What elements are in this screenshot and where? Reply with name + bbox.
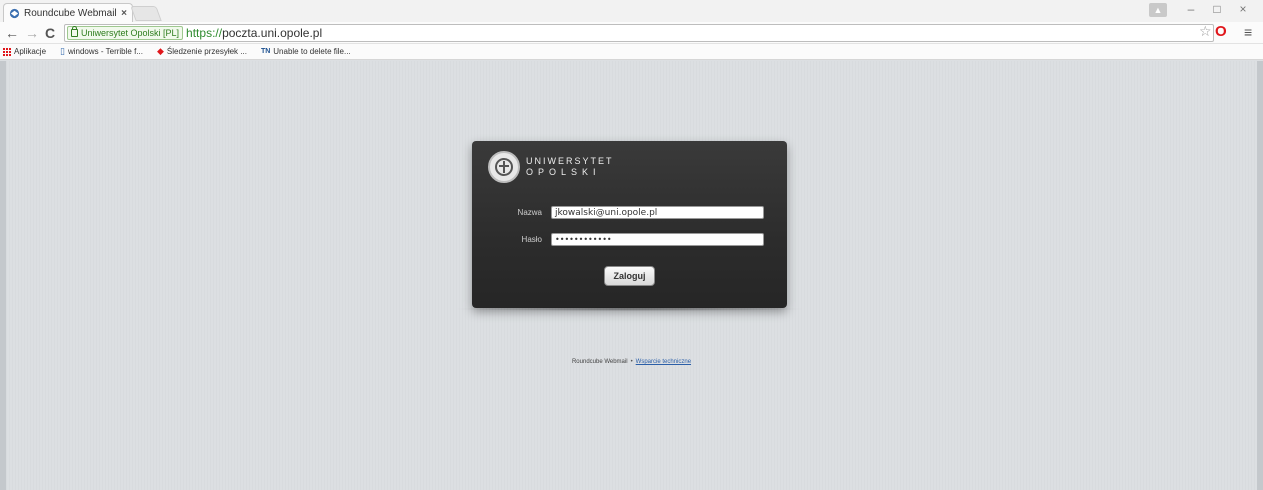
browser-toolbar: ← → C Uniwersytet Opolski [PL] https://p…: [0, 22, 1263, 44]
bookmark-label: Unable to delete file...: [273, 47, 351, 56]
roundcube-favicon-icon: [9, 8, 20, 18]
back-arrow-icon[interactable]: ←: [5, 24, 19, 42]
page-footer: Roundcube Webmail • Wsparcie techniczne: [0, 359, 1263, 365]
footer-product: Roundcube Webmail: [571, 359, 628, 365]
close-window-button[interactable]: ×: [1232, 2, 1254, 16]
login-panel: UNIWERSYTET OPOLSKI Nazwa jkowalski@uni.…: [472, 141, 787, 308]
opera-icon[interactable]: O: [1215, 23, 1227, 40]
bookmark-apps[interactable]: Aplikacje: [3, 47, 46, 56]
forward-arrow-icon[interactable]: →: [25, 24, 39, 42]
password-input[interactable]: ••••••••••••: [551, 233, 764, 246]
university-seal-icon: [488, 151, 520, 183]
tab-strip: Roundcube Webmail :: W × ▲ – □ ×: [0, 0, 1263, 22]
maximize-button[interactable]: □: [1206, 2, 1228, 16]
bookmark-label: windows - Terrible f...: [67, 47, 143, 56]
reload-icon[interactable]: C: [45, 24, 55, 42]
url-text: https://poczta.uni.opole.pl: [186, 26, 322, 40]
bookmarks-bar: Aplikacje ▯ windows - Terrible f... ◆ Śl…: [0, 44, 1263, 60]
tab-title: Roundcube Webmail :: W: [24, 7, 118, 19]
bookmark-star-icon[interactable]: ☆: [1199, 23, 1212, 40]
logo-line1: UNIWERSYTET: [526, 156, 614, 166]
page-icon: ▯: [60, 46, 65, 56]
password-row: Hasło ••••••••••••: [472, 233, 764, 246]
bookmark-label: Aplikacje: [14, 47, 47, 56]
security-chip[interactable]: Uniwersytet Opolski [PL]: [67, 26, 184, 40]
url-host: poczta.uni.opole.pl: [222, 26, 323, 40]
support-link[interactable]: Wsparcie techniczne: [636, 359, 691, 365]
address-bar[interactable]: Uniwersytet Opolski [PL] https://poczta.…: [64, 24, 1214, 42]
tn-icon: TN: [260, 48, 271, 55]
university-logo: UNIWERSYTET OPOLSKI: [488, 151, 614, 183]
minimize-button[interactable]: –: [1180, 2, 1202, 16]
menu-icon[interactable]: ≡: [1244, 24, 1252, 40]
password-label: Hasło: [521, 235, 542, 244]
logo-line2: OPOLSKI: [526, 167, 601, 177]
username-row: Nazwa jkowalski@uni.opole.pl: [472, 206, 764, 219]
tracking-icon: ◆: [156, 46, 164, 56]
lock-icon: [71, 26, 78, 37]
bookmark-label: Śledzenie przesyłek ...: [166, 47, 247, 56]
new-tab-button[interactable]: [130, 6, 162, 21]
bookmark-windows[interactable]: ▯ windows - Terrible f...: [60, 46, 143, 57]
username-input[interactable]: jkowalski@uni.opole.pl: [551, 206, 764, 219]
url-protocol: https://: [186, 26, 223, 40]
bookmark-tracking[interactable]: ◆ Śledzenie przesyłek ...: [157, 46, 247, 57]
tab-close-icon[interactable]: ×: [121, 8, 127, 19]
login-button[interactable]: Zaloguj: [604, 266, 655, 286]
bookmark-unable-delete[interactable]: TN Unable to delete file...: [261, 47, 351, 56]
username-label: Nazwa: [517, 208, 542, 217]
profile-icon[interactable]: ▲: [1149, 3, 1167, 17]
panel-shadow: [452, 307, 807, 311]
security-chip-label: Uniwersytet Opolski [PL]: [81, 28, 180, 38]
browser-tab[interactable]: Roundcube Webmail :: W ×: [3, 3, 133, 22]
apps-grid-icon: [3, 47, 11, 56]
footer-separator: •: [630, 359, 633, 365]
